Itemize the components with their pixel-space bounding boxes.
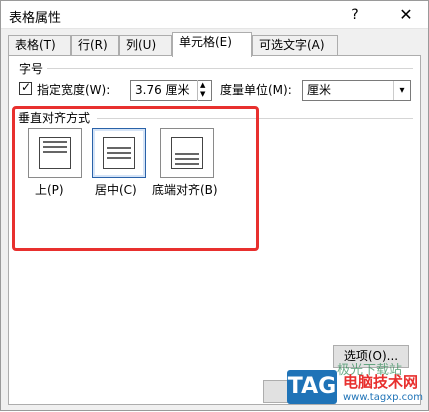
tag-logo-icon: TAG [287, 370, 337, 404]
align-center-label: 居中(C) [95, 183, 137, 197]
specify-width-label: 指定宽度(W): [37, 83, 111, 97]
watermark-url: www.tagxp.com [343, 392, 423, 403]
measure-unit-select[interactable]: 厘米 ▾ [302, 80, 411, 101]
align-center-icon [103, 137, 135, 169]
align-top-option[interactable] [28, 128, 82, 178]
measure-unit-label: 度量单位(M): [220, 83, 292, 97]
watermark-site-name: 电脑技术网 [343, 373, 419, 391]
spin-up-icon[interactable]: ▲ [200, 81, 205, 89]
tab-cell[interactable]: 单元格(E) [172, 32, 252, 57]
vertical-align-divider [97, 118, 413, 119]
align-center-option[interactable] [92, 128, 146, 178]
checkmark-icon: ✓ [21, 80, 32, 94]
width-input[interactable]: 3.76 厘米 ▲ ▼ [130, 80, 212, 101]
dialog-title: 表格属性 [9, 11, 62, 26]
help-button[interactable]: ? [342, 3, 368, 27]
align-bottom-icon [171, 137, 203, 169]
size-section-title: 字号 [19, 62, 44, 76]
tab-column[interactable]: 列(U) [119, 35, 172, 56]
chevron-down-icon[interactable]: ▾ [393, 81, 410, 100]
tab-alt-text[interactable]: 可选文字(A) [252, 35, 338, 56]
close-button[interactable]: ✕ [388, 2, 424, 28]
align-top-icon [39, 137, 71, 169]
tab-row[interactable]: 行(R) [71, 35, 119, 56]
tab-table[interactable]: 表格(T) [8, 35, 71, 56]
table-properties-dialog: 表格属性 ? ✕ 表格(T) 行(R) 列(U) 单元格(E) 可选文字(A) … [0, 0, 429, 411]
align-bottom-label: 底端对齐(B) [152, 183, 218, 197]
width-spinner[interactable]: ▲ ▼ [197, 80, 210, 101]
specify-width-checkbox[interactable]: ✓ [19, 80, 32, 95]
spin-down-icon[interactable]: ▼ [200, 90, 205, 98]
watermark-logo: 极光下载站 TAG 电脑技术网 www.tagxp.com [285, 363, 429, 412]
align-bottom-option[interactable] [160, 128, 214, 178]
measure-unit-value: 厘米 [307, 83, 332, 97]
titlebar: 表格属性 ? ✕ [1, 1, 428, 29]
vertical-align-title: 垂直对齐方式 [18, 111, 91, 125]
width-value: 3.76 厘米 [135, 83, 190, 97]
size-section-divider [47, 68, 413, 69]
align-top-label: 上(P) [35, 183, 64, 197]
